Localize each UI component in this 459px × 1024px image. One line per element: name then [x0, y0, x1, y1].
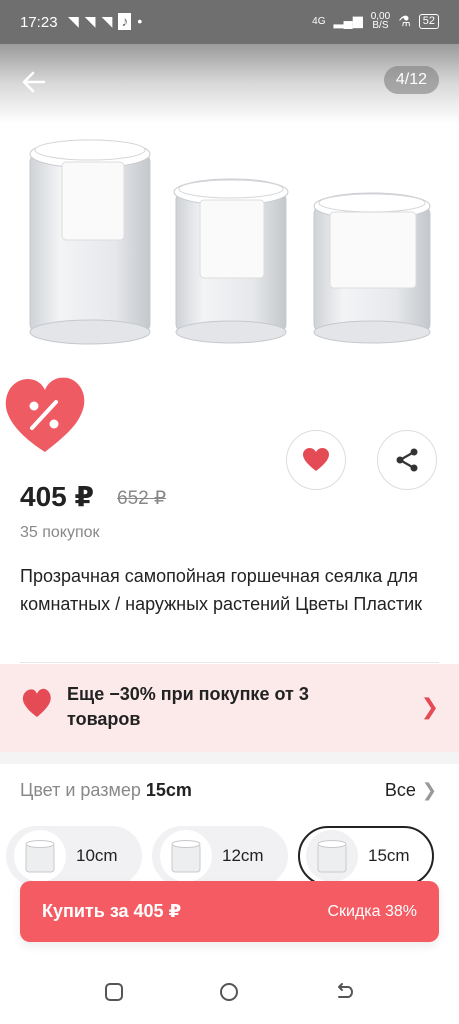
variant-chip-label: 12cm: [222, 846, 264, 865]
bulk-discount-promo[interactable]: Еще −30% при покупке от 3 товаров ❯: [0, 664, 459, 752]
heart-icon: [22, 688, 51, 717]
variant-thumbnail: [160, 830, 212, 882]
rss-icon: ◥: [84, 13, 96, 29]
pot-thumbnail-icon: [171, 840, 201, 873]
system-icons: 4G ▂▄▆ 0,00 B/S ⚗ 52: [312, 12, 439, 31]
variant-label: Цвет и размер 15cm: [20, 780, 192, 801]
share-icon: [396, 448, 418, 472]
chevron-right-icon: ❯: [421, 780, 437, 800]
variant-chip-12cm[interactable]: 12cm: [152, 826, 288, 886]
variant-chips: 10cm 12cm 15cm: [6, 826, 434, 886]
home-icon[interactable]: [219, 982, 239, 1002]
all-variants-link[interactable]: Все ❯: [385, 780, 437, 801]
sale-heart-badge-icon: [5, 377, 85, 452]
current-price: 405 ₽: [20, 481, 94, 512]
heart-icon: [303, 448, 329, 471]
favorite-button[interactable]: [286, 430, 346, 490]
system-nav-bar: [0, 960, 459, 1024]
chevron-right-icon: ❯: [420, 694, 439, 719]
product-image: [29, 139, 431, 345]
flask-icon: ⚗: [398, 12, 411, 29]
section-separator: [0, 752, 459, 764]
back-nav-icon[interactable]: [334, 982, 354, 1002]
product-gallery[interactable]: 4/12: [0, 44, 459, 374]
variant-thumbnail: [306, 830, 358, 882]
dot-icon: •: [137, 13, 143, 29]
promo-text: Еще −30% при покупке от 3 товаров: [67, 684, 309, 729]
variant-chip-10cm[interactable]: 10cm: [6, 826, 142, 886]
product-title: Прозрачная самопойная горшечная сеялка д…: [20, 566, 423, 614]
old-price: 652 ₽: [117, 488, 167, 509]
share-button[interactable]: [377, 430, 437, 490]
pot-thumbnail-icon: [317, 840, 347, 873]
tiktok-icon: ♪: [118, 13, 132, 30]
battery-icon: 52: [418, 13, 439, 29]
status-time: 17:23: [20, 14, 58, 31]
network-label: 4G: [312, 15, 326, 27]
purchase-count: 35 покупок: [20, 524, 100, 541]
variant-selected-value: 15cm: [145, 780, 192, 800]
variant-chip-15cm[interactable]: 15cm: [298, 826, 434, 886]
pot-thumbnail-icon: [25, 840, 55, 873]
signal-icon: ▂▄▆: [333, 13, 363, 28]
all-variants-label: Все: [384, 780, 416, 800]
divider: [20, 662, 439, 663]
speed-readout: 0,00 B/S: [371, 12, 390, 31]
speed-unit: B/S: [372, 20, 389, 31]
rss-icon: ◥: [68, 13, 79, 29]
status-bar: 17:23 ◥ ◥ ◥ ♪ • 4G ▂▄▆ 0,00 B/S ⚗ 52: [0, 0, 459, 44]
notification-icons: ◥ ◥ ◥ ♪ •: [68, 13, 142, 30]
buy-button[interactable]: Купить за 405 ₽ Скидка 38%: [20, 881, 439, 942]
variant-label-text: Цвет и размер: [20, 780, 141, 800]
variant-chip-label: 15cm: [368, 846, 410, 865]
recents-icon[interactable]: [104, 982, 124, 1002]
variant-thumbnail: [14, 830, 66, 882]
discount-label: Скидка 38%: [327, 902, 417, 920]
variant-chip-label: 10cm: [76, 846, 118, 865]
rss-icon: ◥: [101, 13, 113, 29]
buy-button-label: Купить за 405 ₽: [42, 901, 182, 921]
